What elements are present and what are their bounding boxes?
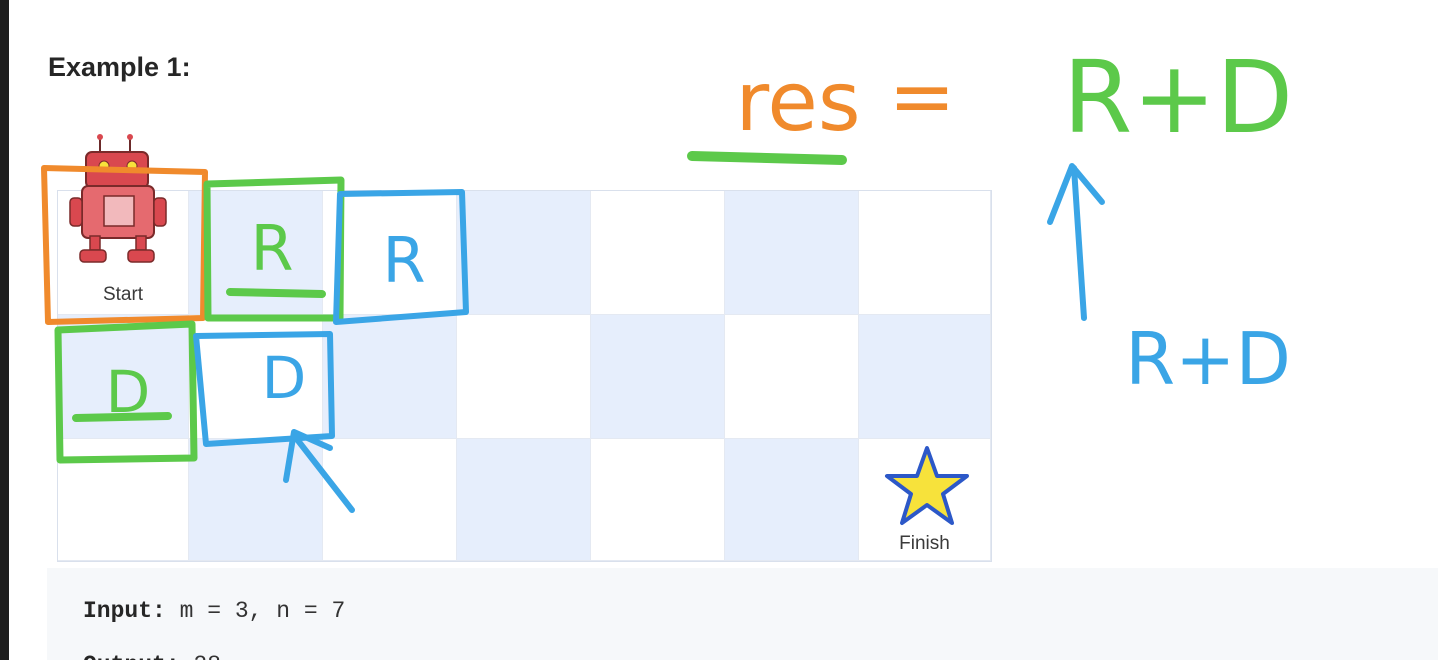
grid-cell [323, 315, 457, 439]
grid-cell [323, 439, 457, 561]
grid-cell [457, 191, 591, 315]
screenshot-frame: Example 1: Start Finish Input: m = 3, n … [0, 0, 1438, 660]
input-value: m = 3, n = 7 [165, 598, 346, 624]
finish-label: Finish [899, 533, 950, 554]
input-key: Input: [83, 598, 166, 624]
left-edge-bar [0, 0, 9, 660]
blue-up-arrow-stem [1071, 165, 1087, 321]
grid-cell [58, 439, 189, 561]
top-formula: R+D [1063, 39, 1293, 156]
grid-cell [859, 191, 991, 315]
grid-cell [859, 315, 991, 439]
grid-cell [189, 191, 323, 315]
example-title: Example 1: [48, 52, 191, 82]
grid-cell [591, 315, 725, 439]
grid-cell [591, 439, 725, 561]
output-line: Output: 28 [83, 652, 221, 660]
grid-cell [323, 191, 457, 315]
input-line: Input: m = 3, n = 7 [83, 598, 345, 624]
grid-cell [725, 315, 859, 439]
grid-cell [58, 315, 189, 439]
start-label: Start [102, 284, 144, 305]
grid-cell [591, 191, 725, 315]
grid-cell [457, 439, 591, 561]
res-underline [687, 151, 847, 165]
robot-grid: Start Finish [57, 190, 992, 562]
grid-cell [725, 191, 859, 315]
blue-up-arrow-head [1047, 163, 1105, 225]
grid-cell [725, 439, 859, 561]
res-label: res [735, 55, 860, 150]
equals-sign: = [888, 50, 955, 143]
output-key: Output: [83, 652, 180, 660]
output-value: 28 [180, 652, 221, 660]
grid-cell [457, 315, 591, 439]
lower-formula: R+D [1125, 317, 1291, 401]
grid-cell [189, 439, 323, 561]
code-block: Input: m = 3, n = 7 Output: 28 [47, 568, 1438, 660]
grid-cell [189, 315, 323, 439]
robot-icon [69, 134, 167, 263]
star-icon [885, 446, 969, 525]
